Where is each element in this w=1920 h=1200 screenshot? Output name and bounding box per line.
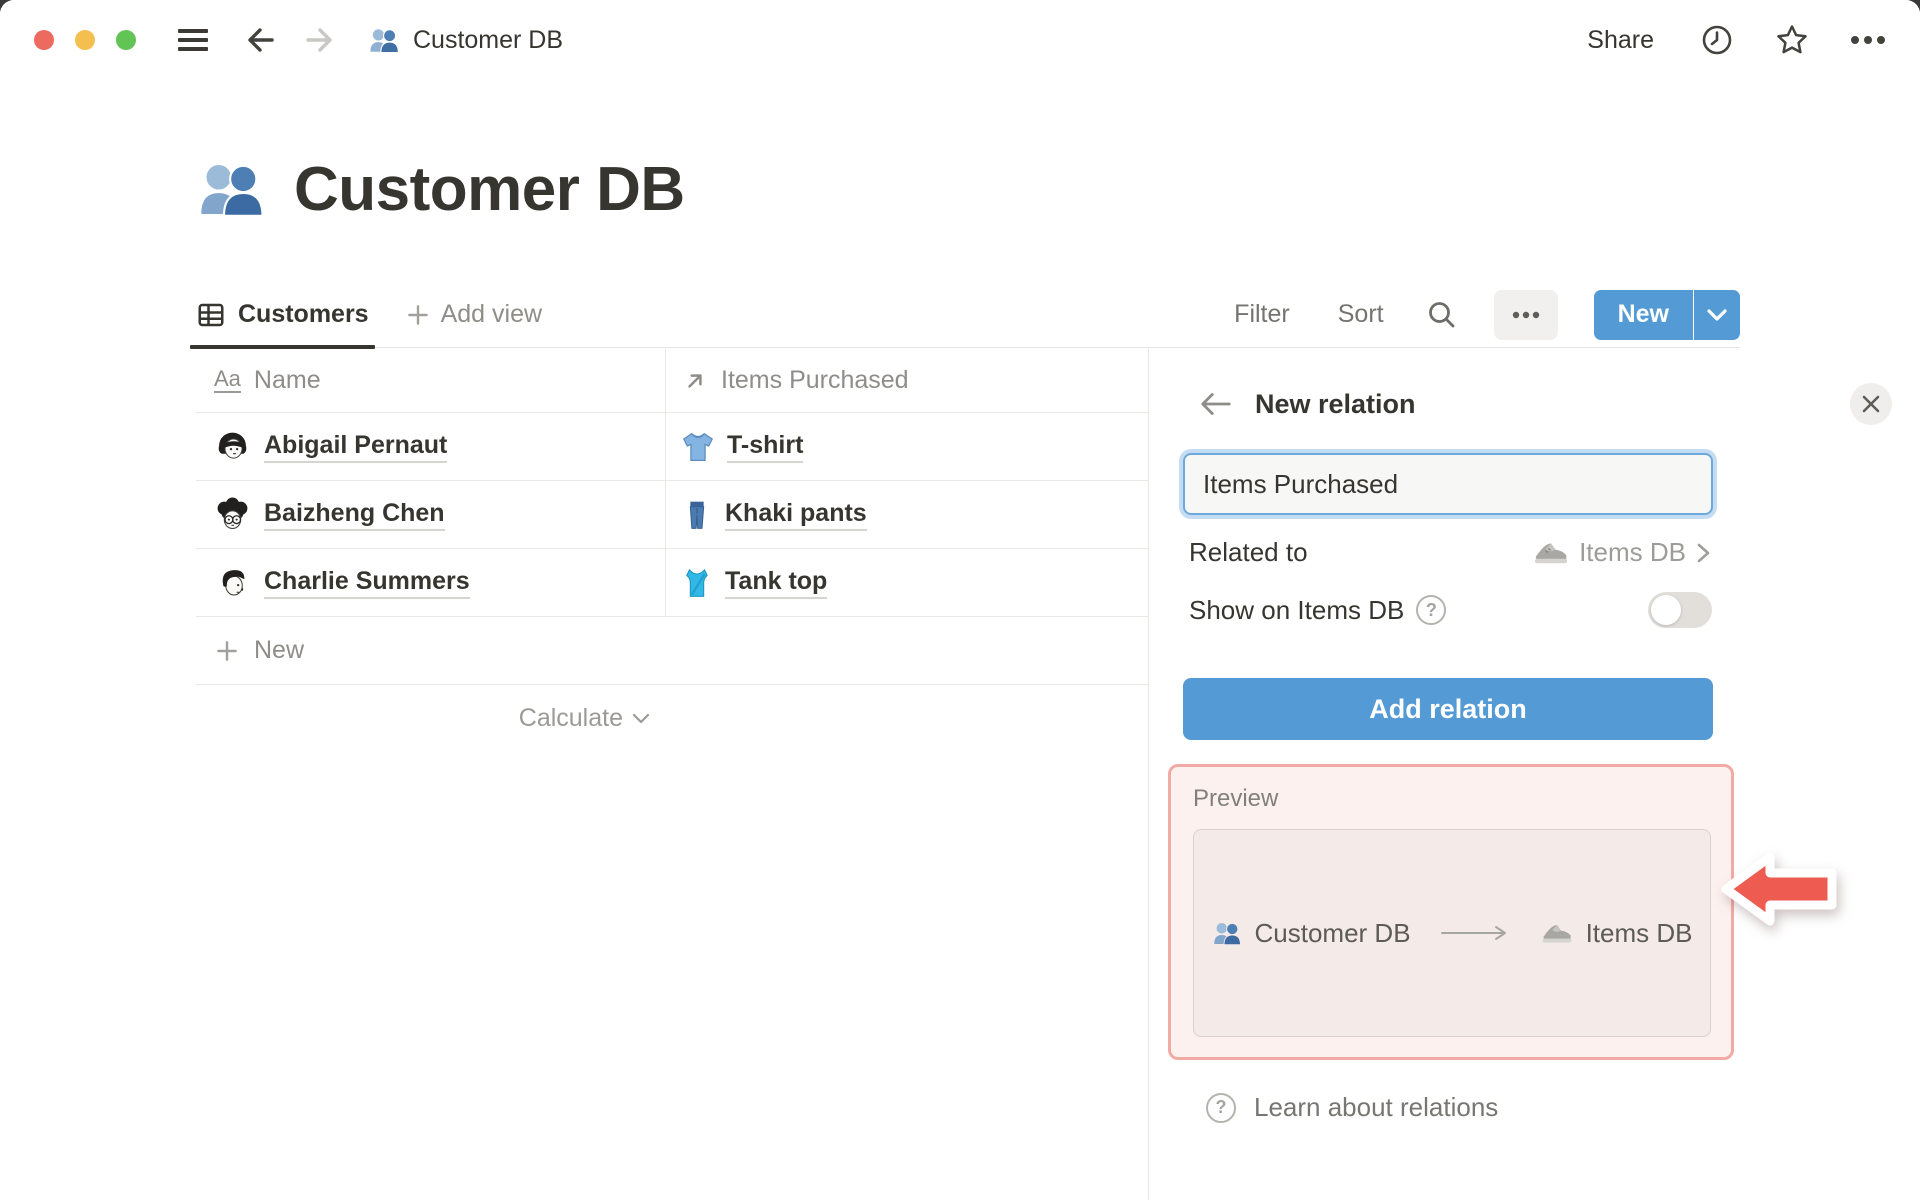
sneaker-icon — [1533, 539, 1569, 566]
share-button[interactable]: Share — [1581, 25, 1660, 56]
page-link[interactable]: T-shirt — [727, 431, 804, 463]
new-dropdown-chevron-icon[interactable] — [1694, 289, 1740, 340]
titlebar-actions: Share — [1581, 22, 1886, 58]
view-more-options-icon[interactable] — [1493, 289, 1558, 340]
back-icon[interactable] — [242, 22, 278, 58]
people-icon[interactable] — [196, 158, 266, 221]
sidebar-menu-icon[interactable] — [176, 25, 210, 55]
related-to-row[interactable]: Related to Items DB — [1189, 537, 1712, 568]
tab-label: Customers — [238, 300, 369, 328]
avatar — [214, 428, 251, 465]
column-label: Items Purchased — [721, 366, 909, 394]
chevron-down-icon — [632, 713, 650, 725]
filter-button[interactable]: Filter — [1228, 299, 1296, 330]
column-header-name[interactable]: Aa Name — [196, 349, 666, 412]
breadcrumb[interactable]: Customer DB — [368, 26, 563, 55]
page-link[interactable]: Khaki pants — [725, 499, 867, 531]
favorite-star-icon[interactable] — [1774, 22, 1810, 58]
sneaker-icon — [1541, 921, 1573, 945]
avatar — [214, 564, 251, 601]
relation-diagram: Customer DB Items DB — [1193, 829, 1711, 1037]
add-relation-button[interactable]: Add relation — [1183, 678, 1713, 740]
sort-button[interactable]: Sort — [1332, 299, 1390, 330]
minimize-window-button[interactable] — [75, 30, 95, 50]
relation-direction-arrow — [1440, 924, 1512, 942]
show-on-toggle[interactable] — [1648, 592, 1712, 628]
zoom-window-button[interactable] — [116, 30, 136, 50]
help-icon: ? — [1206, 1092, 1236, 1123]
panel-back-icon[interactable] — [1199, 389, 1233, 419]
related-to-value: Items DB — [1533, 537, 1712, 568]
people-icon — [368, 26, 400, 55]
people-icon — [1212, 920, 1242, 947]
new-row-button[interactable]: New — [196, 617, 1148, 685]
page-title[interactable]: Customer DB — [294, 154, 685, 225]
new-relation-panel: New relation Related to Items DB Show on… — [1148, 349, 1920, 1200]
forward-icon[interactable] — [302, 22, 338, 58]
text-property-icon: Aa — [214, 366, 241, 393]
show-on-label: Show on Items DB — [1189, 594, 1405, 625]
notion-window: Customer DB Share Customer DB Customers … — [0, 0, 1920, 1200]
table-row: Baizheng Chen Khaki pants — [196, 481, 1148, 549]
page-link[interactable]: Charlie Summers — [264, 567, 470, 599]
table-view-icon — [196, 300, 226, 330]
relation-name-input[interactable] — [1183, 453, 1713, 515]
more-options-icon[interactable] — [1850, 35, 1886, 45]
history-clock-icon[interactable] — [1700, 23, 1734, 57]
add-view-label: Add view — [440, 300, 543, 328]
relation-arrow-icon — [682, 368, 708, 394]
tshirt-icon — [682, 431, 714, 463]
view-toolbar: Customers Add view Filter Sort New — [190, 282, 1740, 349]
close-window-button[interactable] — [34, 30, 54, 50]
close-icon[interactable] — [1850, 383, 1892, 425]
plus-icon — [405, 302, 431, 328]
page-link[interactable]: Abigail Pernaut — [264, 431, 448, 463]
plus-icon — [214, 638, 240, 664]
learn-label: Learn about relations — [1254, 1092, 1499, 1122]
table-row: Abigail Pernaut T-shirt — [196, 413, 1148, 481]
jeans-icon — [682, 499, 712, 531]
column-header-items-purchased[interactable]: Items Purchased — [666, 349, 1148, 412]
page-header: Customer DB — [196, 154, 685, 225]
help-icon[interactable]: ? — [1416, 595, 1447, 625]
traffic-lights — [34, 30, 136, 50]
show-on-row: Show on Items DB ? — [1189, 592, 1712, 628]
related-database-name: Items DB — [1579, 537, 1686, 567]
related-to-label: Related to — [1189, 537, 1308, 567]
page-link[interactable]: Tank top — [725, 567, 828, 599]
source-db-name: Customer DB — [1254, 917, 1411, 948]
view-controls: Filter Sort New — [1228, 289, 1740, 340]
new-record-button[interactable]: New — [1593, 289, 1693, 340]
preview-label: Preview — [1193, 785, 1279, 812]
tab-customers[interactable]: Customers — [190, 282, 375, 349]
add-view-button[interactable]: Add view — [405, 300, 542, 329]
search-icon[interactable] — [1426, 299, 1458, 331]
titlebar: Customer DB Share — [0, 0, 1920, 80]
calculate-button[interactable]: Calculate — [196, 685, 666, 752]
database-table: Aa Name Items Purchased Abigail Pernaut — [196, 349, 1148, 752]
toggle-knob — [1651, 595, 1681, 625]
table-header-row: Aa Name Items Purchased — [196, 349, 1148, 413]
calculate-row: Calculate — [196, 685, 1148, 752]
preview-highlight-box: Preview Customer DB Items DB — [1168, 764, 1734, 1060]
table-row: Charlie Summers Tank top — [196, 549, 1148, 617]
tanktop-icon — [682, 567, 712, 599]
page-link[interactable]: Baizheng Chen — [264, 499, 445, 531]
new-row-label: New — [254, 636, 305, 664]
annotation-arrow-icon — [1718, 842, 1842, 936]
column-label: Name — [253, 366, 321, 394]
panel-title: New relation — [1255, 388, 1416, 419]
chevron-right-icon — [1696, 541, 1712, 565]
new-split-button: New — [1593, 289, 1740, 340]
panel-header: New relation — [1199, 383, 1892, 425]
target-db-name: Items DB — [1585, 917, 1693, 948]
calculate-label: Calculate — [518, 704, 623, 732]
doc-title: Customer DB — [413, 25, 564, 54]
learn-about-relations-link[interactable]: ? Learn about relations — [1206, 1092, 1920, 1123]
avatar — [214, 496, 251, 533]
